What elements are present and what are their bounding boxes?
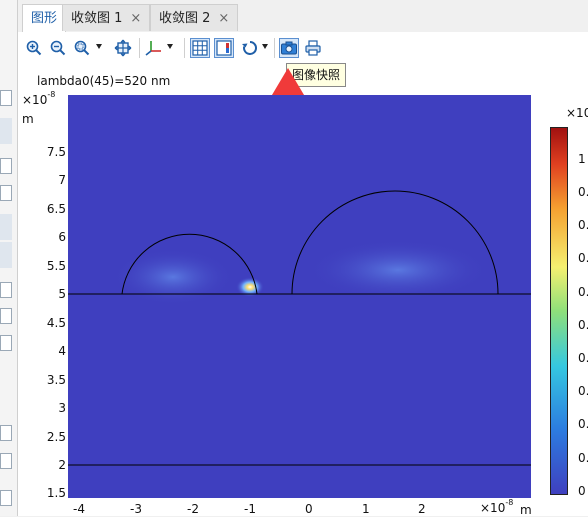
chevron-down-icon[interactable] <box>167 44 173 49</box>
colorbar-tick-label: 0. <box>578 451 588 465</box>
colorbar-tick-label: 0. <box>578 417 588 431</box>
colorbar-tick-label: 0. <box>578 218 588 232</box>
x-exponent-power: -8 <box>505 498 514 507</box>
x-tick-label: -2 <box>187 502 199 516</box>
x-tick-label: -1 <box>244 502 256 516</box>
y-tick-label: 2 <box>58 458 66 472</box>
zoom-box-icon[interactable] <box>72 38 92 58</box>
y-tick-label: 7.5 <box>46 145 66 159</box>
tab-graphics-label: 图形 <box>31 11 58 26</box>
close-icon[interactable]: × <box>130 11 141 26</box>
camera-icon[interactable] <box>279 38 299 58</box>
panel-button[interactable] <box>0 185 12 201</box>
chevron-down-icon[interactable] <box>262 44 268 49</box>
y-tick-label: 1.5 <box>46 486 66 500</box>
y-axis-unit: m <box>22 112 34 126</box>
panel-button[interactable] <box>0 90 12 106</box>
tab-convergence-1-label: 收敛图 1 <box>71 11 123 26</box>
y-tick-label: 5 <box>58 287 66 301</box>
colorbar-tick-label: 0. <box>578 384 588 398</box>
plot-title: lambda0(45)=520 nm <box>37 74 171 88</box>
close-icon[interactable]: × <box>218 11 229 26</box>
y-tick-label: 3 <box>58 401 66 415</box>
colorbar <box>550 127 568 495</box>
y-tick-label: 6 <box>58 230 66 244</box>
zoom-in-icon[interactable] <box>24 38 44 58</box>
toolbar-separator <box>274 38 275 58</box>
color-legend-icon[interactable] <box>214 38 234 58</box>
y-tick-label: 2.5 <box>46 430 66 444</box>
panel-button[interactable] <box>0 453 12 469</box>
show-grid-icon[interactable] <box>190 38 210 58</box>
tab-convergence-1[interactable]: 收敛图 1 × <box>62 4 151 31</box>
panel-section-header <box>0 242 12 268</box>
colorbar-tick-label: 0. <box>578 318 588 332</box>
y-tick-label: 4.5 <box>46 316 66 330</box>
x-tick-label: 0 <box>305 502 313 516</box>
panel-button[interactable] <box>0 425 12 441</box>
toolbar-separator <box>184 38 185 58</box>
y-tick-label: 6.5 <box>46 202 66 216</box>
print-icon[interactable] <box>303 38 323 58</box>
tab-convergence-2[interactable]: 收敛图 2 × <box>150 4 239 31</box>
panel-button[interactable] <box>0 282 12 298</box>
panel-button[interactable] <box>0 308 12 324</box>
left-side-panel <box>0 0 18 516</box>
colorbar-tick-label: 0. <box>578 351 588 365</box>
panel-button[interactable] <box>0 158 12 174</box>
y-tick-label: 7 <box>58 173 66 187</box>
x-tick-label: 1 <box>362 502 370 516</box>
colorbar-gradient <box>550 127 568 495</box>
tab-convergence-2-label: 收敛图 2 <box>159 11 211 26</box>
x-tick-label: -4 <box>73 502 85 516</box>
colorbar-tick-label: 0. <box>578 285 588 299</box>
panel-button[interactable] <box>0 335 12 351</box>
y-exponent-base: ×10 <box>22 93 48 107</box>
graphics-toolbar <box>18 32 588 64</box>
y-exponent-power: -8 <box>47 90 56 99</box>
x-tick-label: 2 <box>418 502 426 516</box>
y-tick-label: 3.5 <box>46 373 66 387</box>
y-axis-exponent: ×10-8 <box>22 90 56 107</box>
zoom-out-icon[interactable] <box>48 38 68 58</box>
colorbar-tick-label: 0. <box>578 251 588 265</box>
panel-button[interactable] <box>0 490 12 506</box>
plot-canvas <box>68 95 531 498</box>
panel-section-header <box>0 214 12 240</box>
colorbar-tick-label: 1 <box>578 152 586 166</box>
rotate-icon[interactable] <box>240 38 260 58</box>
zoom-extents-icon[interactable] <box>113 38 133 58</box>
x-axis-unit: m <box>520 503 532 517</box>
tab-graphics[interactable]: 图形 <box>22 4 67 33</box>
colorbar-tick-label: 0. <box>578 185 588 199</box>
colorbar-exponent: ×10 <box>566 106 588 120</box>
tab-bar: 图形 收敛图 1 × 收敛图 2 × <box>18 0 588 33</box>
colorbar-tick-label: 0 <box>578 484 586 498</box>
chevron-down-icon[interactable] <box>96 44 102 49</box>
field-glow <box>308 240 488 300</box>
axis-orientation-icon[interactable] <box>144 38 164 58</box>
x-tick-label: -3 <box>130 502 142 516</box>
y-tick-label: 4 <box>58 344 66 358</box>
y-tick-label: 5.5 <box>46 259 66 273</box>
toolbar-separator <box>139 38 140 58</box>
panel-section-header <box>0 118 12 144</box>
x-exponent-base: ×10 <box>480 501 506 515</box>
x-axis-exponent: ×10-8 <box>480 498 514 515</box>
field-glow <box>113 249 233 305</box>
